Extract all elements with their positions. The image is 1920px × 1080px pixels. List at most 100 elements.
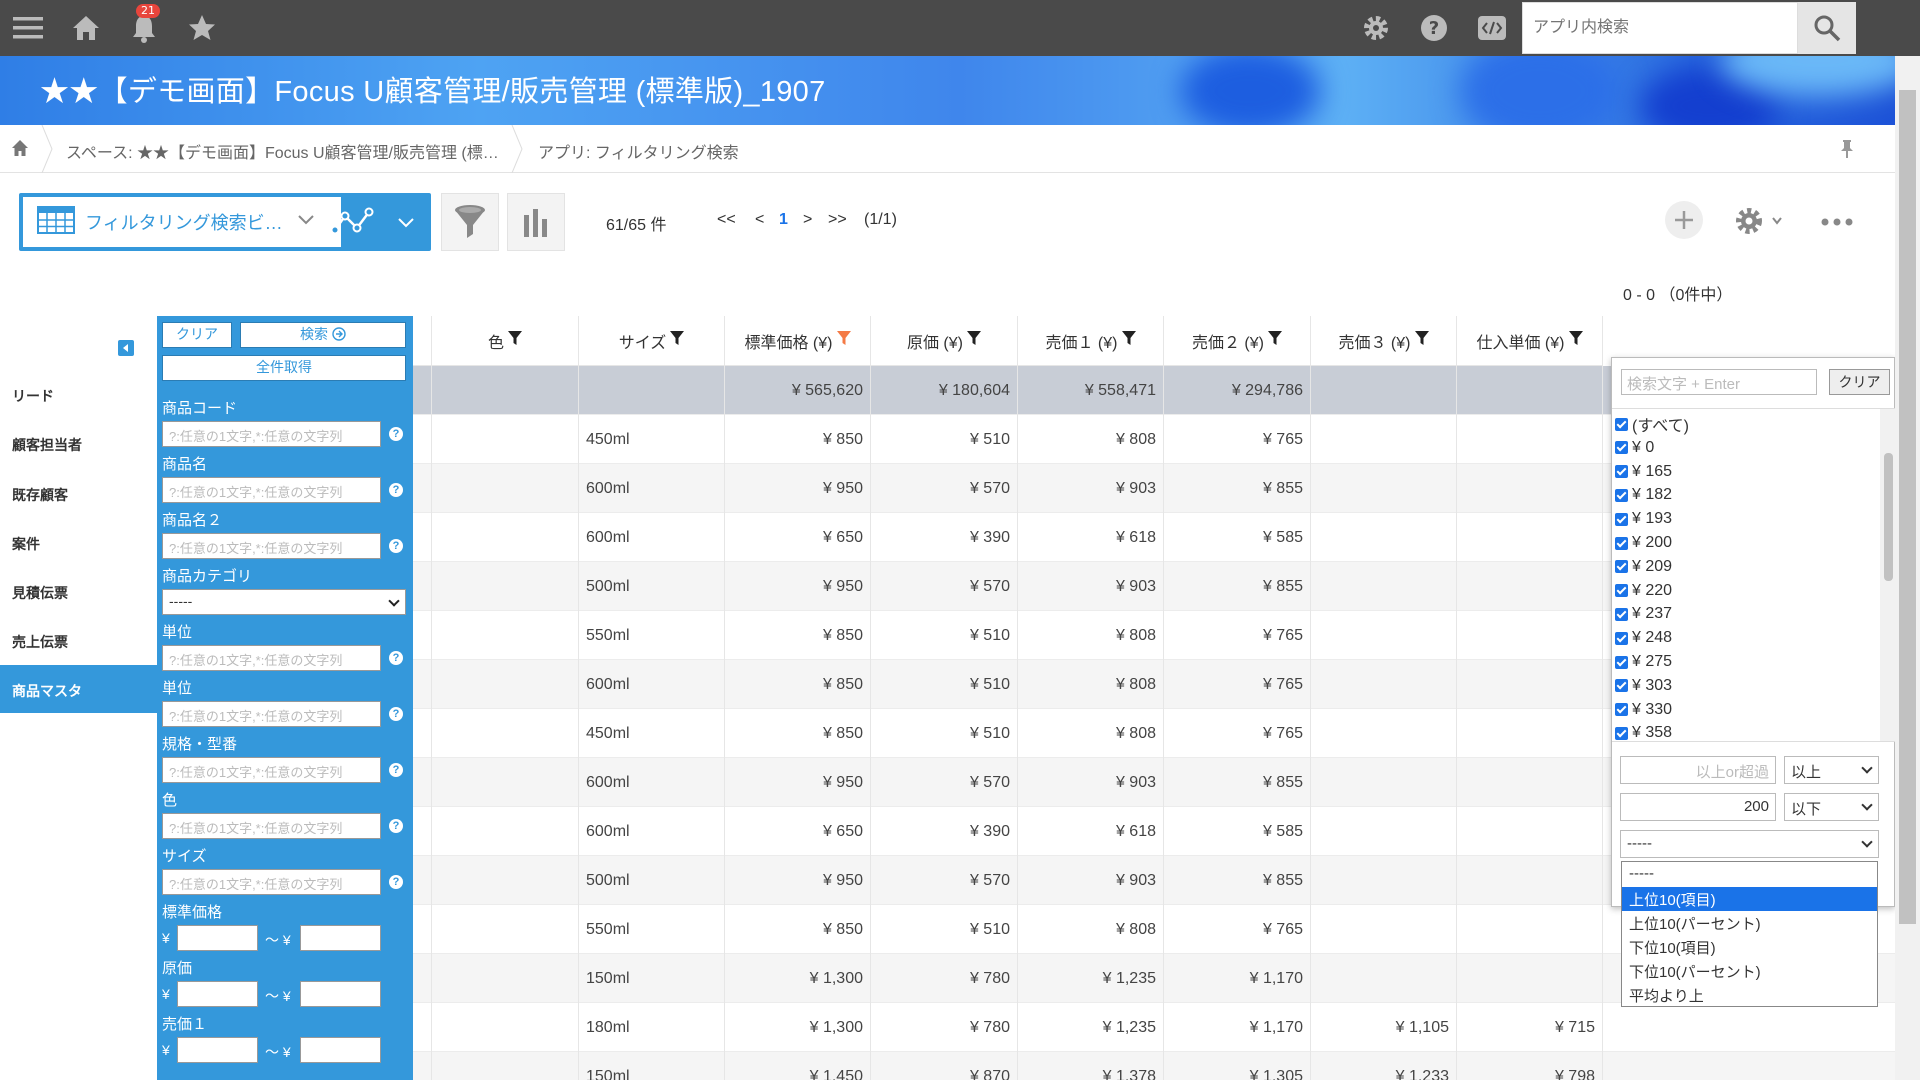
cost-max-input[interactable] [300, 981, 381, 1007]
dropdown-option[interactable]: 下位10(パーセント) [1622, 959, 1877, 983]
column-header[interactable]: 売価３ (¥) [1311, 316, 1457, 366]
filter-value-option[interactable]: ¥ 220 [1615, 580, 1672, 602]
filter-value-option[interactable]: ¥ 237 [1615, 603, 1672, 625]
checkbox-checked-icon[interactable] [1615, 441, 1628, 455]
checkbox-checked-icon[interactable] [1615, 726, 1628, 740]
help-icon[interactable]: ? [389, 763, 403, 777]
price1-max-input[interactable] [300, 1037, 381, 1063]
checkbox-checked-icon[interactable] [1615, 584, 1628, 598]
filter-max-input[interactable]: 200 [1620, 793, 1776, 821]
filter-value-option[interactable]: ¥ 0 [1615, 437, 1654, 459]
filter-value-option[interactable]: ¥ 200 [1615, 532, 1672, 554]
breadcrumb-home-icon[interactable] [11, 139, 29, 162]
code-icon[interactable] [1474, 10, 1510, 46]
menu-icon[interactable] [10, 10, 46, 46]
column-header[interactable]: 原価 (¥) [871, 316, 1018, 366]
filter-value-option[interactable]: ¥ 275 [1615, 651, 1672, 673]
std-price-max-input[interactable] [300, 925, 381, 951]
breadcrumb-app-link[interactable]: アプリ: フィルタリング検索 [538, 139, 739, 163]
filter-clear-button[interactable]: クリア [162, 322, 232, 348]
filter-value-option[interactable]: ¥ 182 [1615, 484, 1672, 506]
column-filter-icon[interactable] [508, 330, 522, 351]
checkbox-checked-icon[interactable] [1615, 488, 1628, 502]
nav-item-contact[interactable]: 顧客担当者 [0, 419, 157, 467]
column-filter-icon[interactable] [836, 330, 851, 351]
help-icon[interactable]: ? [1416, 10, 1452, 46]
color-input[interactable]: ?:任意の1文字,*:任意の文字列 [162, 813, 381, 839]
checkbox-checked-icon[interactable] [1615, 560, 1628, 574]
help-icon[interactable]: ? [389, 651, 403, 665]
help-icon[interactable]: ? [389, 819, 403, 833]
checkbox-checked-icon[interactable] [1615, 703, 1628, 717]
checkbox-checked-icon[interactable] [1615, 679, 1628, 693]
settings-gear-icon[interactable] [1358, 10, 1394, 46]
star-icon[interactable] [184, 10, 220, 46]
nav-item-sales[interactable]: 売上伝票 [0, 616, 157, 664]
pager-current[interactable]: 1 [779, 211, 788, 229]
pager-last[interactable]: >> [828, 211, 847, 229]
column-filter-search-input[interactable]: 検索文字 + Enter [1621, 369, 1817, 395]
help-icon[interactable]: ? [389, 427, 403, 441]
pager-first[interactable]: << [717, 211, 736, 229]
column-header[interactable]: 仕入単価 (¥) [1457, 316, 1603, 366]
nav-item-lead[interactable]: リード [0, 370, 157, 418]
size-input[interactable]: ?:任意の1文字,*:任意の文字列 [162, 869, 381, 895]
table-row[interactable]: 180ml ¥ 1,300 ¥ 780 ¥ 1,235 ¥ 1,170 ¥ 1,105 ¥ … [413, 1003, 1895, 1052]
filter-value-option[interactable]: ¥ 358 [1615, 722, 1672, 741]
category-select[interactable]: ----- [162, 589, 406, 615]
collapse-sidebar-icon[interactable] [118, 340, 134, 360]
cost-min-input[interactable] [177, 981, 258, 1007]
product-code-input[interactable]: ?:任意の1文字,*:任意の文字列 [162, 421, 381, 447]
column-filter-icon[interactable] [670, 330, 685, 351]
home-icon[interactable] [68, 10, 104, 46]
view-settings-button[interactable] [1733, 204, 1785, 242]
column-filter-icon[interactable] [1414, 330, 1429, 351]
nav-item-quote[interactable]: 見積伝票 [0, 567, 157, 615]
unit2-input[interactable]: ?:任意の1文字,*:任意の文字列 [162, 701, 381, 727]
app-search-input[interactable] [1522, 2, 1798, 54]
column-header[interactable]: 色 [432, 316, 579, 366]
filter-min-input[interactable]: 以上or超過 [1620, 756, 1776, 784]
std-price-min-input[interactable] [177, 925, 258, 951]
dropdown-option[interactable]: 上位10(パーセント) [1622, 911, 1877, 935]
breadcrumb-space-link[interactable]: スペース: ★★【デモ画面】Focus U顧客管理/販売管理 (標… [66, 139, 499, 163]
filter-search-button[interactable]: 検索 [240, 322, 406, 348]
pin-icon[interactable] [1840, 139, 1854, 164]
column-header[interactable]: 売価２ (¥) [1164, 316, 1311, 366]
dropdown-option[interactable]: 下位10(項目) [1622, 935, 1877, 959]
view-selector[interactable]: フィルタリング検索ビ… [19, 193, 431, 251]
product-name-input[interactable]: ?:任意の1文字,*:任意の文字列 [162, 477, 381, 503]
filter-value-option[interactable]: ¥ 193 [1615, 508, 1672, 530]
dropdown-option[interactable]: 上位10(項目) [1622, 887, 1877, 911]
more-options-icon[interactable] [1820, 214, 1854, 233]
nav-item-deal[interactable]: 案件 [0, 518, 157, 566]
filter-max-operator-select[interactable]: 以下 [1784, 793, 1879, 821]
filter-value-option[interactable]: ¥ 209 [1615, 556, 1672, 578]
checkbox-checked-icon[interactable] [1615, 607, 1628, 621]
column-filter-icon[interactable] [967, 330, 981, 351]
filter-button[interactable] [441, 193, 499, 251]
column-filter-clear-button[interactable]: クリア [1829, 369, 1890, 395]
dropdown-option[interactable]: ----- [1622, 863, 1877, 887]
price1-min-input[interactable] [177, 1037, 258, 1063]
help-icon[interactable]: ? [389, 539, 403, 553]
nav-item-product-master[interactable]: 商品マスタ [0, 665, 157, 713]
search-button[interactable] [1798, 2, 1856, 54]
fetch-all-button[interactable]: 全件取得 [162, 355, 406, 381]
add-record-button[interactable] [1665, 201, 1703, 239]
help-icon[interactable]: ? [389, 483, 403, 497]
filter-value-option[interactable]: ¥ 303 [1615, 675, 1672, 697]
unit-input[interactable]: ?:任意の1文字,*:任意の文字列 [162, 645, 381, 671]
filter-value-option[interactable]: ¥ 165 [1615, 461, 1672, 483]
table-row[interactable]: 150ml ¥ 1,450 ¥ 870 ¥ 1,378 ¥ 1,305 ¥ 1,233 ¥ … [413, 1052, 1895, 1080]
checkbox-checked-icon[interactable] [1615, 512, 1628, 526]
pager-next[interactable]: > [803, 211, 812, 229]
column-filter-icon[interactable] [1268, 330, 1282, 351]
filter-value-option[interactable]: ¥ 330 [1615, 699, 1672, 721]
filter-min-operator-select[interactable]: 以上 [1784, 756, 1879, 784]
filter-value-option[interactable]: (すべて) [1615, 413, 1689, 435]
column-filter-icon[interactable] [1568, 330, 1583, 351]
page-scroll-thumb[interactable] [1899, 90, 1916, 924]
checkbox-checked-icon[interactable] [1615, 631, 1628, 645]
help-icon[interactable]: ? [389, 875, 403, 889]
